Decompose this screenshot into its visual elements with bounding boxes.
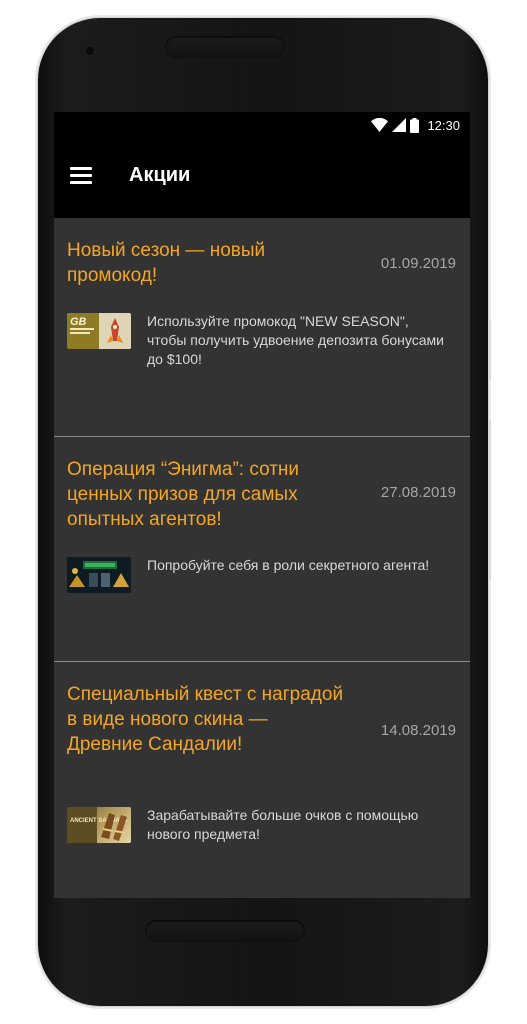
promotion-date: 14.08.2019 [380,722,456,739]
promotion-item[interactable]: Новый сезон — новый промокод! 01.09.2019… [54,218,470,437]
status-time: 12:30 [427,117,460,133]
promotion-title: Новый сезон — новый промокод! [67,240,266,286]
hamburger-menu-icon[interactable] [70,167,92,185]
status-bar: 12:30 [54,112,470,138]
app-screen: 12:30 Акции Новый сезон — новый промокод… [54,112,470,898]
app-bar: Акции [54,138,470,218]
promotion-description: Попробуйте себя в роли секретного агента… [147,557,430,573]
bottom-speaker [145,920,305,942]
power-button [488,420,491,580]
top-speaker [165,36,285,58]
battery-icon [410,117,420,133]
promotion-date: 27.08.2019 [380,484,456,501]
status-icons: 12:30 [371,116,460,134]
promotion-title: Операция “Энигма”: сотни ценных призов д… [67,459,300,530]
thumbnail-logo-text: GB [70,316,87,328]
promotion-thumbnail: ANCIENT SANDALS [67,807,131,843]
promotion-description: Используйте промокод "NEW SEASON", чтобы… [147,313,444,367]
promotion-title: Специальный квест с наградой в виде ново… [67,684,344,755]
front-camera [83,44,97,58]
promotion-date: 01.09.2019 [380,255,456,272]
promotions-list: Новый сезон — новый промокод! 01.09.2019… [54,218,470,898]
app-title: Акции [129,164,191,186]
promotion-thumbnail: GB [67,313,131,349]
promotion-item[interactable]: Операция “Энигма”: сотни ценных призов д… [54,437,470,662]
promotion-item[interactable]: Специальный квест с наградой в виде ново… [54,662,470,898]
promotion-thumbnail [67,557,131,593]
promotion-description: Зарабатывайте больше очков с помощью нов… [147,807,419,842]
wifi-icon [371,118,389,132]
cellular-signal-icon [392,118,407,132]
volume-button [488,320,491,380]
